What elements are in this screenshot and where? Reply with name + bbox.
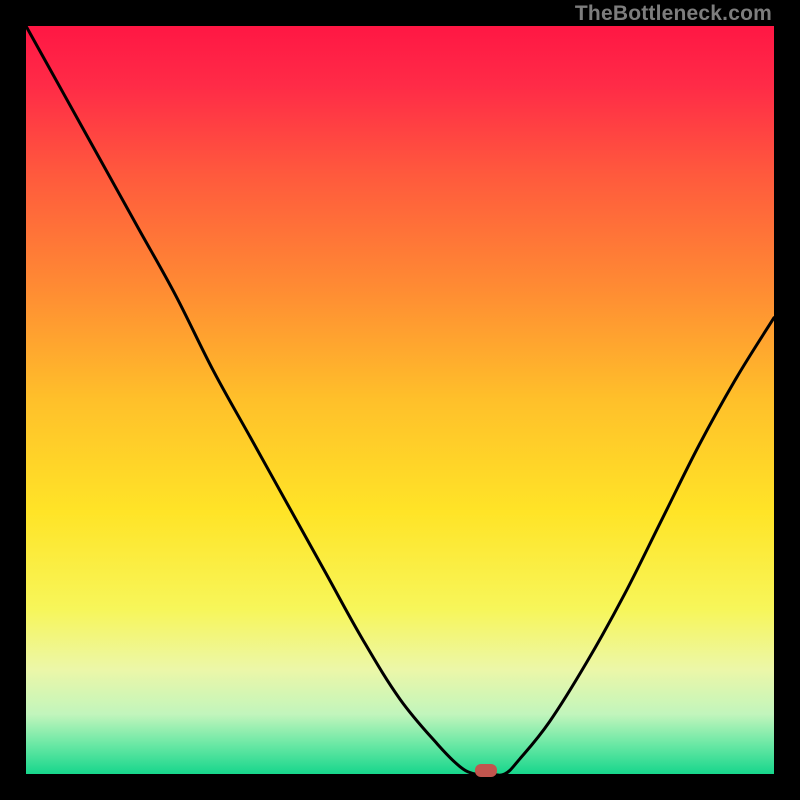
chart-frame xyxy=(26,26,774,774)
attribution-label: TheBottleneck.com xyxy=(575,2,772,26)
chart-background xyxy=(26,26,774,774)
optimal-point-marker xyxy=(475,764,497,777)
bottleneck-chart xyxy=(26,26,774,774)
